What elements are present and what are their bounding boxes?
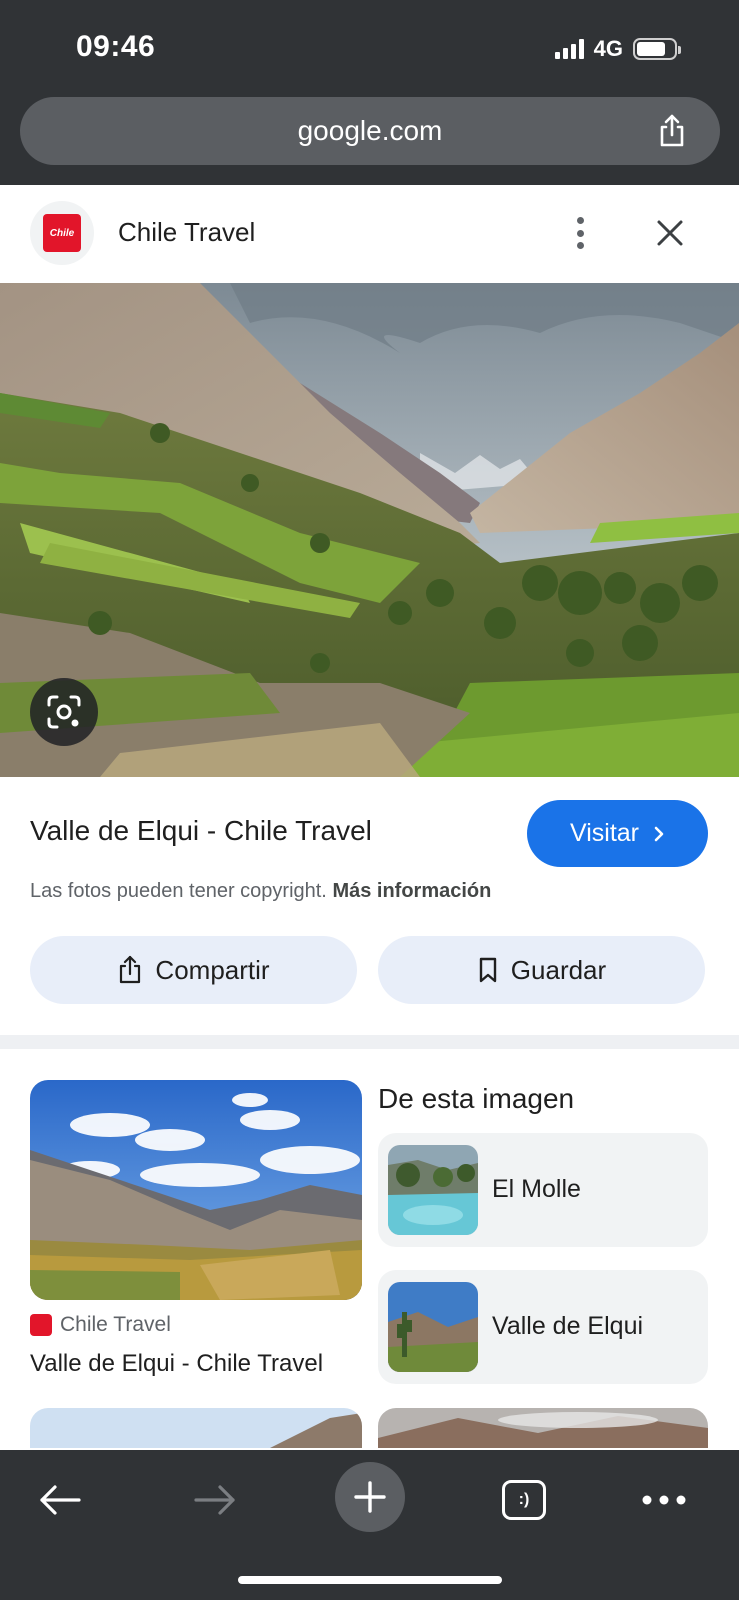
card-source[interactable]: Chile Travel [30,1313,171,1337]
save-button[interactable]: Guardar [378,936,705,1004]
result-title[interactable]: Valle de Elqui - Chile Travel [30,815,372,847]
chevron-right-icon [654,826,664,841]
entity-valle-de-elqui[interactable]: Valle de Elqui [378,1270,708,1384]
entity-el-molle[interactable]: El Molle [378,1133,708,1247]
related-image-card-peek[interactable] [378,1408,708,1448]
share-button[interactable]: Compartir [30,936,357,1004]
share-icon [120,955,141,984]
network-type: 4G [593,36,623,61]
card-source-name: Chile Travel [60,1313,171,1336]
hero-image[interactable] [0,283,739,777]
bookmark-icon [479,957,496,983]
copyright-notice: Las fotos pueden tener copyright. Más in… [30,880,491,903]
save-button-label: Guardar [510,954,607,985]
address-bar[interactable]: google.com [20,97,720,165]
forward-arrow-icon[interactable] [187,1472,243,1528]
back-arrow-icon[interactable] [32,1472,88,1528]
more-info-link[interactable]: Más información [332,880,491,902]
card-caption[interactable]: Valle de Elqui - Chile Travel [30,1350,362,1378]
more-vert-icon[interactable] [566,213,594,253]
chile-logo-badge: Chile [43,214,81,252]
new-tab-plus-icon[interactable] [335,1462,405,1532]
copyright-text: Las fotos pueden tener copyright. [30,880,327,902]
entity-label: Valle de Elqui [492,1312,644,1340]
related-image-card[interactable] [30,1080,362,1300]
url-text[interactable]: google.com [20,115,720,147]
status-time: 09:46 [76,30,156,63]
signal-icon [554,39,584,59]
section-divider [0,1035,739,1049]
more-horiz-icon[interactable] [636,1472,692,1528]
result-sheet-header: Chile Chile Travel [0,185,739,283]
site-title: Chile Travel [118,217,256,247]
browser-top-bar: 09:46 4G google.com [0,0,739,185]
close-icon[interactable] [652,215,688,251]
home-indicator [238,1576,502,1584]
lens-icon[interactable] [30,678,98,746]
chile-logo-badge [30,1314,52,1336]
share-button-label: Compartir [155,954,270,985]
visit-button-label: Visitar [569,819,639,847]
site-logo: Chile [30,201,94,265]
visit-button[interactable]: Visitar [527,800,708,867]
share-icon[interactable] [654,113,690,149]
tab-switcher-button[interactable]: :) [496,1472,552,1528]
status-indicators: 4G [554,36,681,62]
entity-label: El Molle [492,1175,581,1203]
from-image-heading: De esta imagen [378,1083,575,1114]
entity-thumbnail [388,1145,478,1235]
entity-thumbnail [388,1282,478,1372]
tab-count: :) [502,1480,546,1520]
battery-icon [633,38,681,60]
related-image-card-peek[interactable] [30,1408,362,1448]
